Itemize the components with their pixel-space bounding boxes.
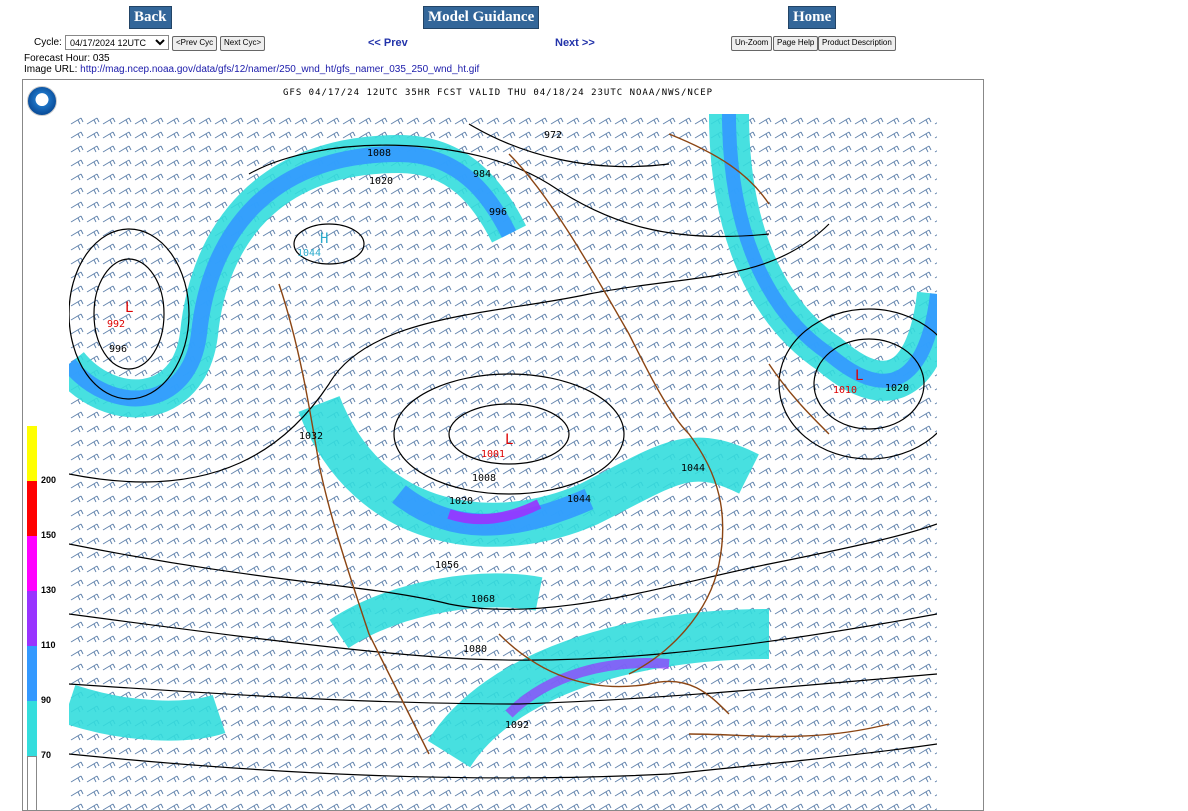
low-value: 992 [107, 319, 125, 330]
cycle-select[interactable]: 04/17/2024 12UTC [65, 35, 169, 50]
cycle-label: Cycle: [34, 37, 62, 48]
contour-label: 1068 [471, 594, 495, 605]
contour-label: 972 [544, 130, 562, 141]
map-title: GFS 04/17/24 12UTC 35HR FCST VALID THU 0… [283, 88, 714, 98]
forecast-hour: Forecast Hour: 035 [24, 53, 110, 64]
back-button[interactable]: Back [129, 6, 172, 29]
legend-seg-red [27, 481, 37, 536]
legend-seg-magenta [27, 536, 37, 591]
low-value: 1001 [481, 449, 505, 460]
contour-label: 984 [473, 169, 491, 180]
contour-label: 1008 [472, 473, 496, 484]
next-link[interactable]: Next >> [555, 37, 595, 49]
high-value: 1044 [297, 248, 321, 259]
contour-label: 1032 [299, 431, 323, 442]
contour-label: 1020 [449, 496, 473, 507]
image-url-line: Image URL: http://mag.ncep.noaa.gov/data… [24, 64, 479, 75]
low-value: 1010 [833, 385, 857, 396]
map-canvas: L 992 L 1001 L 1010 H 1044 972 984 996 9… [69, 114, 937, 810]
prev-link[interactable]: << Prev [368, 37, 408, 49]
legend-seg-purple [27, 591, 37, 646]
legend-seg-cyan [27, 701, 37, 756]
contour-label: 1092 [505, 720, 529, 731]
product-description-button[interactable]: Product Description [818, 36, 896, 51]
legend-label: 110 [41, 640, 56, 650]
contour-label: 1080 [463, 644, 487, 655]
contour-label: 1008 [367, 148, 391, 159]
unzoom-button[interactable]: Un-Zoom [731, 36, 773, 51]
contour-label: 1044 [567, 494, 591, 505]
contour-label: 996 [489, 207, 507, 218]
legend-label: 70 [41, 750, 52, 760]
contour-label: 996 [109, 344, 127, 355]
contour-label: 1020 [885, 383, 909, 394]
contour-label: 1056 [435, 560, 459, 571]
legend-label: 90 [41, 695, 52, 705]
contour-label: 1020 [369, 176, 393, 187]
page-help-button[interactable]: Page Help [773, 36, 819, 51]
low-symbol: L [855, 368, 863, 384]
home-button[interactable]: Home [788, 6, 837, 29]
legend-label: 130 [41, 585, 57, 595]
prev-cycle-button[interactable]: <Prev Cyc [172, 36, 218, 51]
legend-label: 150 [41, 530, 57, 540]
high-symbol: H [320, 231, 328, 247]
low-symbol: L [125, 300, 133, 316]
noaa-logo-icon [27, 86, 57, 116]
next-cycle-button[interactable]: Next Cyc> [220, 36, 266, 51]
low-symbol: L [505, 432, 513, 448]
image-url-label: Image URL: [24, 64, 78, 75]
legend-seg-yellow [27, 426, 37, 481]
legend-label: 200 [41, 475, 57, 485]
legend-seg-white [27, 756, 37, 810]
model-guidance-button[interactable]: Model Guidance [423, 6, 540, 29]
legend-seg-blue [27, 646, 37, 701]
contour-label: 1044 [681, 463, 705, 474]
image-url-link[interactable]: http://mag.ncep.noaa.gov/data/gfs/12/nam… [80, 64, 479, 75]
forecast-map: GFS 04/17/24 12UTC 35HR FCST VALID THU 0… [22, 79, 984, 811]
